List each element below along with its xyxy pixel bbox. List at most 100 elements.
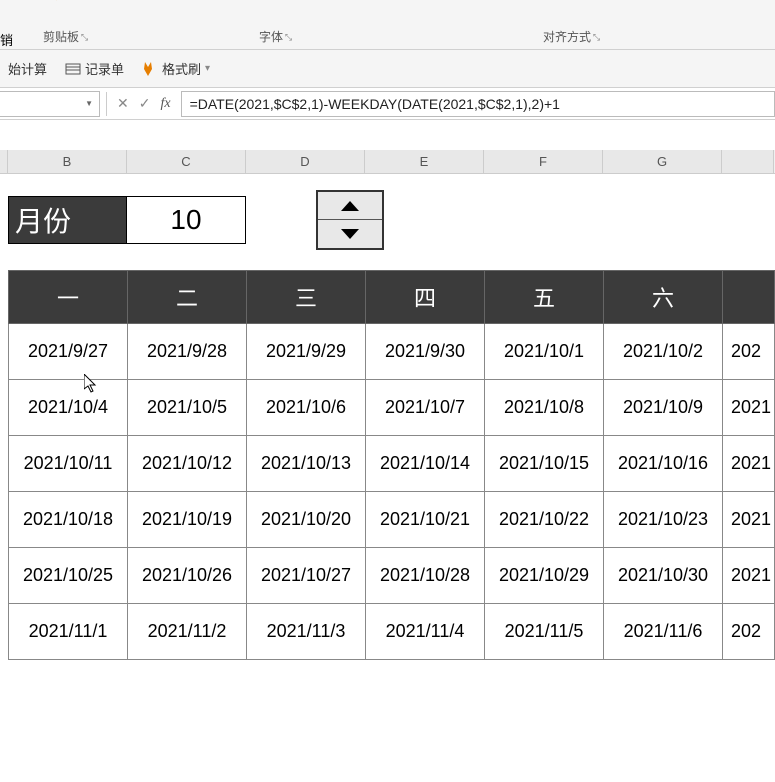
col-header[interactable]: C: [127, 150, 246, 173]
col-header[interactable]: F: [484, 150, 603, 173]
formula-buttons: ✕ ✓ fx: [107, 95, 181, 112]
date-cell[interactable]: 2021/9/30: [366, 324, 485, 380]
date-cell[interactable]: 2021/10/18: [9, 492, 128, 548]
date-cell[interactable]: 2021/11/4: [366, 604, 485, 660]
clipboard-label: 剪贴板: [43, 28, 79, 49]
table-row: 2021/10/252021/10/262021/10/272021/10/28…: [9, 548, 775, 604]
date-cell[interactable]: 2021/10/26: [128, 548, 247, 604]
table-row: 2021/9/272021/9/282021/9/292021/9/302021…: [9, 324, 775, 380]
triangle-up-icon: [341, 201, 359, 211]
weekday-header: 六: [604, 271, 723, 324]
date-cell[interactable]: 202: [723, 324, 775, 380]
date-cell[interactable]: 2021/11/6: [604, 604, 723, 660]
date-cell[interactable]: 2021/11/3: [247, 604, 366, 660]
date-cell[interactable]: 2021/10/30: [604, 548, 723, 604]
date-cell[interactable]: 2021/10/20: [247, 492, 366, 548]
select-all-corner[interactable]: [0, 150, 8, 173]
date-cell[interactable]: 2021: [723, 492, 775, 548]
date-cell[interactable]: 2021/10/22: [485, 492, 604, 548]
spinner-up-button[interactable]: [318, 192, 382, 220]
date-cell[interactable]: 2021/10/13: [247, 436, 366, 492]
date-cell[interactable]: 2021: [723, 380, 775, 436]
chevron-down-icon: ▼: [85, 99, 93, 108]
expand-icon[interactable]: ⤡: [81, 32, 88, 43]
calendar-table: 一 二 三 四 五 六 2021/9/272021/9/282021/9/292…: [8, 270, 775, 660]
date-cell[interactable]: 2021/10/15: [485, 436, 604, 492]
table-row: 2021/10/42021/10/52021/10/62021/10/72021…: [9, 380, 775, 436]
date-cell[interactable]: 2021: [723, 548, 775, 604]
ribbon-group-align: 对齐方式 ⤡: [528, 0, 606, 49]
date-cell[interactable]: 2021/10/25: [9, 548, 128, 604]
expand-icon[interactable]: ⤡: [593, 32, 600, 43]
col-header[interactable]: G: [603, 150, 722, 173]
date-cell[interactable]: 2021/10/11: [9, 436, 128, 492]
triangle-down-icon: [341, 229, 359, 239]
column-headers: B C D E F G: [0, 150, 775, 174]
date-cell[interactable]: 2021/10/14: [366, 436, 485, 492]
record-label: 记录单: [85, 59, 124, 78]
ribbon-group-font: 字体 ⤡: [244, 0, 298, 49]
date-cell[interactable]: 2021/10/1: [485, 324, 604, 380]
fx-icon[interactable]: fx: [160, 96, 170, 112]
weekday-header: 三: [247, 271, 366, 324]
formula-input[interactable]: =DATE(2021,$C$2,1)-WEEKDAY(DATE(2021,$C$…: [181, 91, 775, 117]
month-row: 月份 10: [8, 188, 775, 252]
ribbon: 销 剪贴板 ⤡ 字体 ⤡ 对齐方式 ⤡: [0, 0, 775, 50]
date-cell[interactable]: 2021/11/1: [9, 604, 128, 660]
date-cell[interactable]: 2021: [723, 436, 775, 492]
date-cell[interactable]: 2021/10/23: [604, 492, 723, 548]
secondary-toolbar: 始计算 记录单 格式刷 ▾: [0, 50, 775, 88]
date-cell[interactable]: 2021/10/28: [366, 548, 485, 604]
expand-icon[interactable]: ⤡: [285, 32, 292, 43]
date-cell[interactable]: 2021/10/2: [604, 324, 723, 380]
date-cell[interactable]: 2021/10/16: [604, 436, 723, 492]
format-painter-button[interactable]: 格式刷 ▾: [142, 59, 210, 78]
date-cell[interactable]: 2021/10/12: [128, 436, 247, 492]
date-cell[interactable]: 202: [723, 604, 775, 660]
date-cell[interactable]: 2021/9/29: [247, 324, 366, 380]
record-button[interactable]: 记录单: [65, 59, 124, 78]
brush-icon: [142, 61, 158, 77]
calc-label: 始计算: [8, 59, 47, 78]
date-cell[interactable]: 2021/10/29: [485, 548, 604, 604]
date-cell[interactable]: 2021/11/5: [485, 604, 604, 660]
date-cell[interactable]: 2021/11/2: [128, 604, 247, 660]
format-label: 格式刷: [162, 59, 201, 78]
date-cell[interactable]: 2021/9/28: [128, 324, 247, 380]
table-row: 2021/10/112021/10/122021/10/132021/10/14…: [9, 436, 775, 492]
col-header[interactable]: D: [246, 150, 365, 173]
table-row: 2021/11/12021/11/22021/11/32021/11/42021…: [9, 604, 775, 660]
calendar-header-row: 一 二 三 四 五 六: [9, 271, 775, 324]
table-row: 2021/10/182021/10/192021/10/202021/10/21…: [9, 492, 775, 548]
ribbon-group-undo: 销: [0, 0, 28, 49]
name-box[interactable]: ▼: [0, 91, 100, 117]
cancel-icon[interactable]: ✕: [117, 95, 129, 112]
date-cell[interactable]: 2021/10/8: [485, 380, 604, 436]
date-cell[interactable]: 2021/10/6: [247, 380, 366, 436]
weekday-header: 二: [128, 271, 247, 324]
date-cell[interactable]: 2021/10/21: [366, 492, 485, 548]
col-header[interactable]: B: [8, 150, 127, 173]
date-cell[interactable]: 2021/10/9: [604, 380, 723, 436]
ribbon-group-clipboard: 剪贴板 ⤡: [28, 0, 94, 49]
spinner-down-button[interactable]: [318, 220, 382, 248]
date-cell[interactable]: 2021/10/27: [247, 548, 366, 604]
date-cell[interactable]: 2021/10/5: [128, 380, 247, 436]
col-header[interactable]: [722, 150, 774, 173]
date-cell[interactable]: 2021/10/4: [9, 380, 128, 436]
chevron-down-icon: ▾: [205, 63, 210, 74]
font-label: 字体: [259, 28, 283, 49]
month-spinner: [316, 190, 384, 250]
accept-icon[interactable]: ✓: [139, 95, 151, 112]
date-cell[interactable]: 2021/9/27: [9, 324, 128, 380]
month-value-cell[interactable]: 10: [127, 196, 246, 244]
align-label: 对齐方式: [543, 28, 591, 49]
col-header[interactable]: E: [365, 150, 484, 173]
date-cell[interactable]: 2021/10/7: [366, 380, 485, 436]
calc-button[interactable]: 始计算: [8, 59, 47, 78]
undo-label: 销: [0, 30, 13, 49]
sheet-area[interactable]: 月份 10 一 二 三 四 五 六 2021/9/272021/9/282021…: [0, 188, 775, 660]
weekday-header: 一: [9, 271, 128, 324]
date-cell[interactable]: 2021/10/19: [128, 492, 247, 548]
month-label-cell[interactable]: 月份: [8, 196, 127, 244]
